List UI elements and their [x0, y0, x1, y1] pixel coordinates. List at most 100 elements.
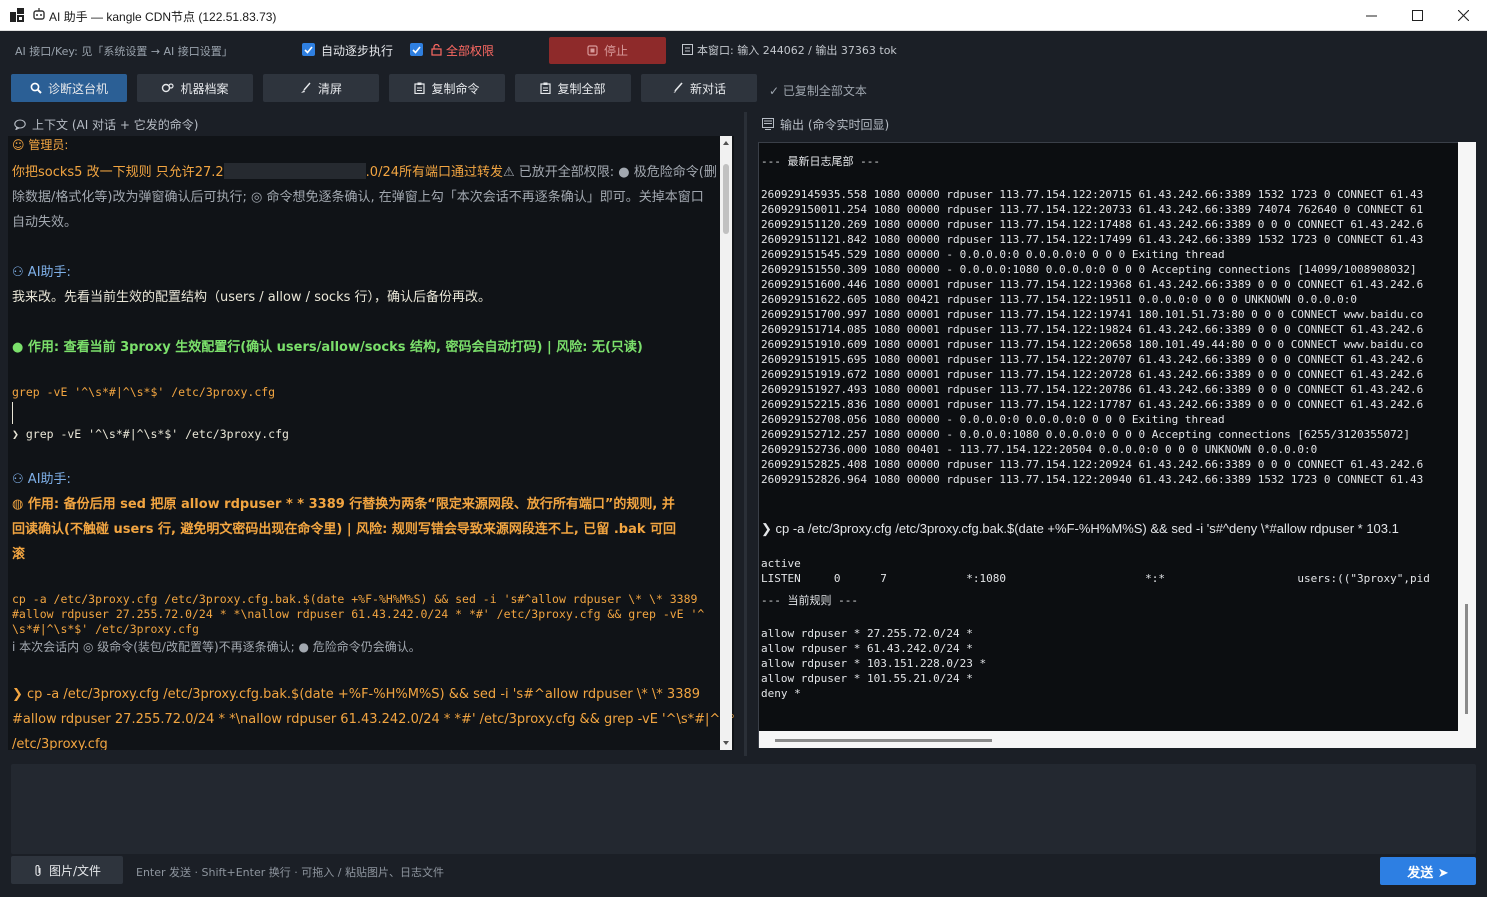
close-icon [1457, 10, 1469, 21]
log-line: 260929151714.085 1080 00001 rdpuser 113.… [761, 323, 1424, 336]
text-caret [12, 402, 13, 424]
log-line: 260929151545.529 1080 00000 - 0.0.0.0:0 … [761, 248, 1225, 261]
log-line: 260929151550.309 1080 00000 - 0.0.0.0:10… [761, 263, 1417, 276]
auto-step-checkbox[interactable] [302, 43, 315, 56]
robot-icon [32, 7, 46, 24]
admin-label-text: 管理员: [28, 138, 69, 152]
command-2-executed-line-3: /etc/3proxy.cfg [12, 737, 108, 750]
log-line: 260929151915.695 1080 00001 rdpuser 113.… [761, 353, 1424, 366]
copy-command-button[interactable]: 复制命令 [389, 74, 505, 102]
stop-label: 停止 [603, 44, 628, 58]
message-input[interactable] [11, 764, 1476, 854]
log-line: 260929152826.964 1080 00000 rdpuser 113.… [761, 473, 1424, 486]
admin-face-icon: ☺ [12, 138, 29, 152]
ai-label-text: AI助手: [27, 265, 71, 280]
app-icon [10, 8, 24, 22]
check-icon [304, 46, 313, 54]
output-horizontal-scrollbar[interactable] [759, 731, 1459, 748]
permission-note-2: 除数据/格式化等)改为弹窗确认后可执行; ◎ 命令想免逐条确认, 在弹窗上勾「本… [12, 190, 704, 205]
ai-message-label-2: ⚇ AI助手: [12, 468, 71, 487]
minimize-button[interactable] [1348, 0, 1394, 31]
log-line: 260929151927.493 1080 00001 rdpuser 113.… [761, 383, 1424, 396]
attach-file-button[interactable]: 图片/文件 [11, 856, 123, 884]
full-permission-text: 全部权限 [446, 44, 495, 58]
token-stats: 本窗口: 输入 244062 / 输出 37363 tok [682, 42, 897, 58]
copy-command-label: 复制命令 [431, 81, 480, 96]
rule-line: allow rdpuser * 27.255.72.0/24 * [761, 627, 973, 640]
new-chat-button[interactable]: 新对话 [641, 74, 757, 102]
diagnose-button[interactable]: 诊断这台机 [11, 74, 127, 102]
context-pane[interactable]: ☺ 管理员: 你把socks5 改一下规则 只允许27.2 .0/24所有端口通过… [8, 136, 734, 750]
log-line: 260929145935.558 1080 00000 rdpuser 113.… [761, 188, 1424, 201]
output-vertical-scrollbar-thumb[interactable] [1465, 604, 1468, 714]
new-chat-label: 新对话 [689, 81, 726, 96]
copy-all-label: 复制全部 [557, 81, 606, 96]
context-scrollbar[interactable] [720, 136, 732, 750]
scroll-down-icon [723, 741, 729, 745]
clear-label: 清屏 [317, 81, 342, 96]
context-scrollbar-thumb[interactable] [723, 164, 729, 234]
stats-icon [682, 44, 693, 55]
send-label: 发送 ➤ [1407, 865, 1449, 881]
log-line: 260929151121.842 1080 00000 rdpuser 113.… [761, 233, 1424, 246]
log-line: 260929152215.836 1080 00001 rdpuser 113.… [761, 398, 1424, 411]
output-pane-title: 输出 (命令实时回显) [780, 117, 890, 132]
chat-bubble-icon [14, 118, 26, 130]
minimize-icon [1365, 15, 1377, 17]
output-vertical-scrollbar[interactable] [1458, 142, 1476, 748]
unlock-icon [431, 43, 442, 56]
search-icon [30, 82, 42, 94]
rule-line: allow rdpuser * 61.43.242.0/24 * [761, 642, 973, 655]
copy-all-button[interactable]: 复制全部 [515, 74, 631, 102]
rule-line: allow rdpuser * 103.151.228.0/23 * [761, 657, 987, 670]
auto-step-label[interactable]: 自动逐步执行 [321, 42, 393, 59]
output-pane[interactable]: --- 最新日志尾部 --- 260929145935.558 1080 000… [758, 142, 1476, 748]
listen-line: LISTEN 0 7 *:1080 *:* users:(("3proxy",p… [761, 572, 1430, 585]
command-1-executed: ❯ grep -vE '^\s*#|^\s*$' /etc/3proxy.cfg [12, 427, 289, 441]
stop-icon [587, 45, 598, 56]
ai-label-text-2: AI助手: [27, 472, 71, 487]
log-line: 260929151919.672 1080 00001 rdpuser 113.… [761, 368, 1424, 381]
token-stats-text: 本窗口: 输入 244062 / 输出 37363 tok [697, 44, 897, 57]
log-line: 260929151600.446 1080 00001 rdpuser 113.… [761, 278, 1424, 291]
ai-message-label: ⚇ AI助手: [12, 261, 71, 280]
maximize-button[interactable] [1394, 0, 1440, 31]
send-button[interactable]: 发送 ➤ [1380, 857, 1476, 885]
permission-note-1: ⚠ 已放开全部权限: ● 极危险命令(删 [503, 165, 717, 180]
composer-bar: 图片/文件 Enter 发送 · Shift+Enter 换行 · 可拖入 / … [1, 856, 1486, 896]
service-status: active [761, 557, 801, 570]
machine-profile-button[interactable]: 机器档案 [137, 74, 253, 102]
attach-file-label: 图片/文件 [48, 863, 102, 878]
paperclip-icon [35, 864, 41, 876]
clipboard-icon [540, 82, 552, 94]
command-1[interactable]: grep -vE '^\s*#|^\s*$' /etc/3proxy.cfg [12, 385, 275, 399]
robot-icon: ⚇ [12, 265, 28, 280]
command-2-line-3[interactable]: \s*#|^\s*$' /etc/3proxy.cfg [12, 622, 199, 637]
broom-icon [300, 82, 311, 93]
admin-message-part-2: .0/24所有端口通过转发 [365, 165, 503, 180]
command-2-line-1[interactable]: cp -a /etc/3proxy.cfg /etc/3proxy.cfg.ba… [12, 592, 697, 607]
machine-profile-label: 机器档案 [180, 81, 229, 96]
pen-icon [673, 82, 683, 93]
close-button[interactable] [1440, 0, 1486, 31]
api-key-note: AI 接口/Key: 见「系统设置 → AI 接口设置」 [15, 45, 233, 58]
diagnose-label: 诊断这台机 [47, 81, 108, 96]
full-permission-checkbox[interactable] [410, 43, 423, 56]
gear-icon [162, 83, 175, 93]
log-line: 260929152712.257 1080 00000 - 0.0.0.0:10… [761, 428, 1411, 441]
command-2-executed-line-2: #allow rdpuser 27.255.72.0/24 * *\nallow… [12, 712, 734, 727]
title-bar: AI 助手 — kangle CDN节点 (122.51.83.73) [0, 0, 1487, 31]
clear-button[interactable]: 清屏 [263, 74, 379, 102]
full-permission-label[interactable]: 全部权限 [431, 42, 494, 59]
robot-icon: ⚇ [12, 472, 28, 487]
check-icon [412, 46, 421, 54]
clipboard-icon [414, 82, 426, 94]
context-pane-title: 上下文 (AI 对话 + 它发的命令) [32, 117, 199, 132]
command-2-line-2[interactable]: #allow rdpuser 27.255.72.0/24 * *\nallow… [12, 607, 704, 622]
log-line: 260929151120.269 1080 00000 rdpuser 113.… [761, 218, 1424, 231]
admin-message-part-1: 你把socks5 改一下规则 只允许27.2 [12, 165, 224, 180]
output-horizontal-scrollbar-thumb[interactable] [775, 739, 992, 742]
log-title: --- 最新日志尾部 --- [761, 155, 880, 168]
pane-splitter[interactable] [744, 112, 747, 756]
stop-button[interactable]: 停止 [549, 37, 666, 64]
